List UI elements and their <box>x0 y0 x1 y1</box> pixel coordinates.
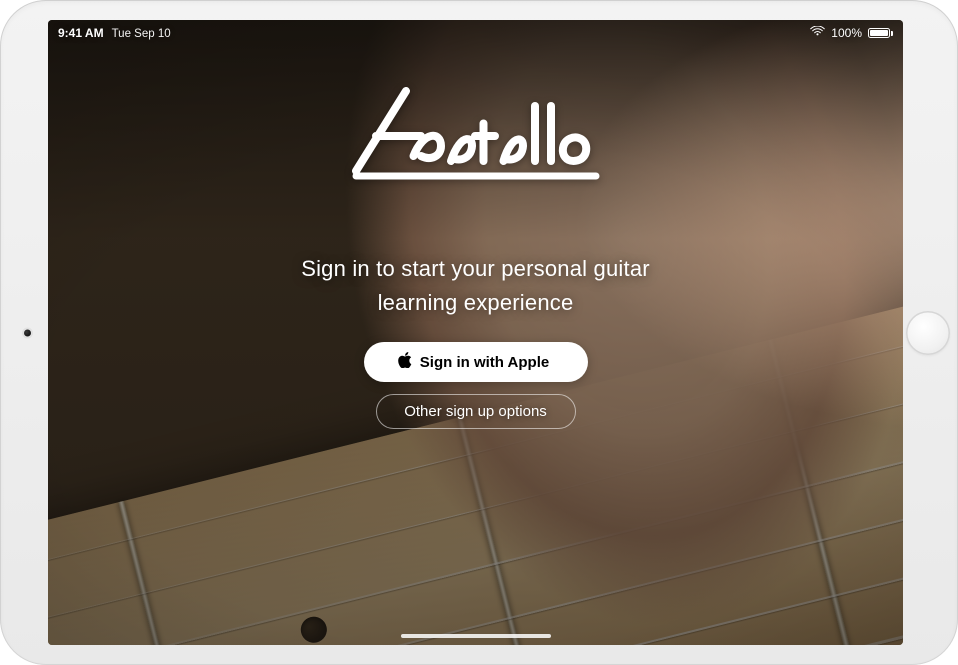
home-indicator[interactable] <box>401 634 551 638</box>
other-sign-up-options-button[interactable]: Other sign up options <box>376 394 576 429</box>
signin-content: Sign in to start your personal guitar le… <box>48 20 903 645</box>
home-button[interactable] <box>906 311 950 355</box>
screen: 9:41 AM Tue Sep 10 100% <box>48 20 903 645</box>
front-camera <box>24 329 31 336</box>
sign-in-with-apple-label: Sign in with Apple <box>420 354 549 371</box>
other-sign-up-options-label: Other sign up options <box>404 403 547 420</box>
apple-icon <box>398 352 412 372</box>
ipad-device-frame: 9:41 AM Tue Sep 10 100% <box>0 0 958 665</box>
sign-in-with-apple-button[interactable]: Sign in with Apple <box>364 342 588 382</box>
app-logo <box>346 76 606 186</box>
signin-tagline: Sign in to start your personal guitar le… <box>301 252 650 320</box>
